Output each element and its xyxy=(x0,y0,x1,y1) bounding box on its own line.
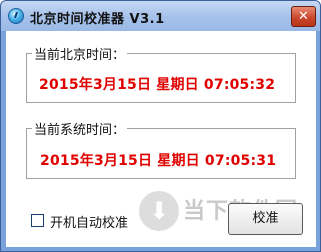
beijing-time-group: 当前北京时间： 2015年3月15日 星期日 07:05:32 xyxy=(26,44,296,103)
autostart-label[interactable]: 开机自动校准 xyxy=(50,212,128,231)
app-clock-icon xyxy=(8,8,24,24)
main-window: 北京时间校准器 V3.1 ✕ 当前北京时间： 2015年3月15日 星期日 07… xyxy=(0,0,321,252)
system-time-group: 当前系统时间： 2015年3月15日 星期日 07:05:31 xyxy=(26,119,296,179)
window-title: 北京时间校准器 V3.1 xyxy=(30,12,165,27)
autostart-checkbox[interactable] xyxy=(31,214,44,227)
system-time-label: 当前系统时间： xyxy=(32,119,128,138)
download-arrow-icon xyxy=(139,191,179,231)
client-area: 当前北京时间： 2015年3月15日 星期日 07:05:32 当前系统时间： … xyxy=(6,31,316,247)
beijing-time-label: 当前北京时间： xyxy=(32,44,128,63)
system-time-value: 2015年3月15日 星期日 07:05:31 xyxy=(40,153,277,169)
beijing-time-value: 2015年3月15日 星期日 07:05:32 xyxy=(39,77,276,93)
close-button[interactable]: ✕ xyxy=(291,6,316,27)
title-bar[interactable]: 北京时间校准器 V3.1 ✕ xyxy=(1,1,320,31)
calibrate-button[interactable]: 校准 xyxy=(228,203,303,235)
